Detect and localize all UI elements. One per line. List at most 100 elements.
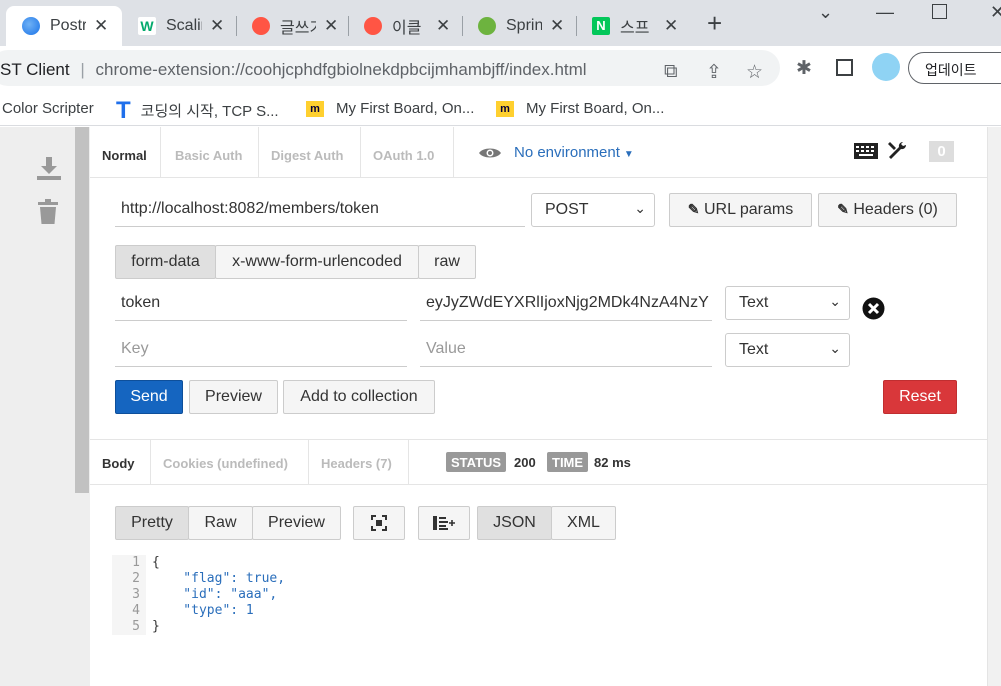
close-tab-icon[interactable]: ✕ — [324, 16, 338, 36]
bookmark-item[interactable]: m My First Board, On... — [496, 100, 664, 117]
form-type-select[interactable]: Text ⌄ — [725, 286, 850, 320]
tab-response-cookies[interactable]: Cookies (undefined) — [151, 440, 309, 485]
close-tab-icon[interactable]: ✕ — [210, 16, 224, 36]
code-line: "flag": true, — [152, 571, 286, 586]
form-value-input[interactable]: eyJyZWdEYXRlIjoxNjg2MDk4NzA4NzY — [420, 287, 712, 321]
environment-selector[interactable]: No environment ▼ — [514, 144, 634, 161]
line-number: 1 — [132, 555, 140, 570]
tab-basic-auth[interactable]: Basic Auth — [163, 127, 259, 177]
bookmark-item[interactable]: m My First Board, On... — [306, 100, 474, 117]
fullscreen-icon — [371, 515, 387, 531]
translate-icon[interactable]: ⧉ — [664, 61, 678, 83]
address-bar[interactable]: ST Client | chrome-extension://coohjcphd… — [0, 50, 780, 86]
wrap-lines-icon — [433, 516, 455, 530]
bookmark-star-icon[interactable]: ☆ — [746, 61, 763, 84]
wrap-lines-button[interactable] — [418, 506, 470, 540]
blog-icon — [252, 17, 270, 35]
bookmark-item[interactable]: T 코딩의 시작, TCP S... — [116, 98, 279, 122]
tab-normal[interactable]: Normal — [90, 127, 161, 177]
globe-icon — [22, 17, 40, 35]
browser-tab-strip: Postr ✕ W Scalir ✕ 글쓰기 ✕ 이클 ✕ Sprin ✕ N … — [0, 0, 1001, 46]
line-number: 3 — [132, 587, 140, 602]
reset-button[interactable]: Reset — [883, 380, 957, 414]
avatar[interactable] — [872, 53, 900, 81]
format-xml-button[interactable]: XML — [551, 506, 616, 540]
postman-app: Normal Basic Auth Digest Auth OAuth 1.0 … — [0, 127, 1001, 686]
edit-icon: ✎ — [687, 201, 700, 217]
tab-response-headers[interactable]: Headers (7) — [309, 440, 409, 485]
tab-form-data[interactable]: form-data — [115, 245, 216, 279]
fullscreen-button[interactable] — [353, 506, 405, 540]
form-key-input[interactable]: Key — [115, 333, 407, 367]
form-value-input[interactable]: Value — [420, 333, 712, 367]
view-raw-button[interactable]: Raw — [188, 506, 253, 540]
tab-x-www-form-urlencoded[interactable]: x-www-form-urlencoded — [215, 245, 419, 279]
new-tab-button[interactable]: + — [707, 10, 722, 36]
type-label: Text — [739, 294, 769, 311]
code-line: "type": 1 — [152, 603, 254, 618]
url-params-button[interactable]: ✎ URL params — [669, 193, 812, 227]
view-pretty-button[interactable]: Pretty — [115, 506, 189, 540]
update-button[interactable]: 업데이트 — [908, 52, 1001, 84]
tab-raw[interactable]: raw — [418, 245, 476, 279]
miro-icon: m — [306, 100, 324, 117]
minimize-icon[interactable]: — — [876, 2, 894, 23]
bookmark-label: My First Board, On... — [526, 100, 665, 117]
trash-icon[interactable] — [37, 199, 59, 225]
main-panel: Normal Basic Auth Digest Auth OAuth 1.0 … — [90, 127, 987, 686]
line-number: 5 — [132, 619, 140, 634]
browser-tab[interactable]: N 스프 ✕ — [576, 6, 690, 46]
url-input[interactable]: http://localhost:8082/members/token — [115, 193, 525, 227]
tab-search-icon[interactable]: ⌄ — [818, 2, 833, 23]
close-tab-icon[interactable]: ✕ — [664, 16, 678, 36]
line-number: 2 — [132, 571, 140, 586]
settings-tools-icon[interactable] — [887, 141, 907, 161]
close-tab-icon[interactable]: ✕ — [94, 16, 108, 36]
chevron-down-icon: ⌄ — [634, 200, 646, 216]
tab-title: Scalir — [166, 17, 202, 34]
response-body-code: { "flag": true, "id": "aaa", "type": 1} — [152, 555, 285, 635]
browser-tab[interactable]: 이클 ✕ — [348, 6, 462, 46]
tab-response-body[interactable]: Body — [90, 440, 151, 485]
browser-tab[interactable]: W Scalir ✕ — [122, 6, 236, 46]
browser-tab[interactable]: Sprin ✕ — [462, 6, 576, 46]
time-value: 82 ms — [594, 455, 631, 470]
close-tab-icon[interactable]: ✕ — [436, 16, 450, 36]
remove-row-icon[interactable] — [862, 297, 885, 320]
bookmark-label: Color Scripter — [2, 100, 94, 117]
browser-tab[interactable]: Postr ✕ — [6, 6, 122, 46]
format-json-button[interactable]: JSON — [477, 506, 552, 540]
keyboard-icon[interactable] — [854, 143, 878, 159]
preview-button[interactable]: Preview — [189, 380, 278, 414]
maximize-icon[interactable] — [932, 4, 947, 19]
request-count-badge: 0 — [929, 141, 954, 162]
view-preview-button[interactable]: Preview — [252, 506, 341, 540]
browser-toolbar: ST Client | chrome-extension://coohjcphd… — [0, 46, 1001, 92]
close-tab-icon[interactable]: ✕ — [550, 16, 564, 36]
eye-icon — [479, 148, 501, 158]
tab-title: 글쓰기 — [280, 20, 316, 37]
tab-digest-auth[interactable]: Digest Auth — [259, 127, 361, 177]
add-to-collection-button[interactable]: Add to collection — [283, 380, 435, 414]
browser-tab[interactable]: 글쓰기 ✕ — [236, 6, 348, 46]
share-icon[interactable]: ⇪ — [706, 61, 722, 84]
status-value: 200 — [514, 455, 536, 470]
tab-oauth[interactable]: OAuth 1.0 — [361, 127, 454, 177]
method-select[interactable]: POST ⌄ — [531, 193, 655, 227]
type-label: Text — [739, 341, 769, 358]
form-type-select[interactable]: Text ⌄ — [725, 333, 850, 367]
page-scrollbar[interactable] — [987, 127, 1001, 686]
download-icon[interactable] — [36, 155, 62, 181]
sidebar — [0, 127, 90, 686]
close-window-icon[interactable]: ✕ — [990, 2, 1001, 23]
tab-title: Sprin — [506, 17, 542, 34]
headers-button[interactable]: ✎ Headers (0) — [818, 193, 957, 227]
side-panel-icon[interactable] — [836, 59, 853, 76]
send-button[interactable]: Send — [115, 380, 183, 414]
extensions-icon[interactable]: ✱ — [796, 57, 812, 80]
sidebar-scrollbar[interactable] — [75, 127, 89, 493]
form-key-input[interactable]: token — [115, 287, 407, 321]
status-label: STATUS — [446, 452, 507, 472]
code-line: } — [152, 619, 160, 634]
bookmark-item[interactable]: Color Scripter — [2, 100, 94, 117]
